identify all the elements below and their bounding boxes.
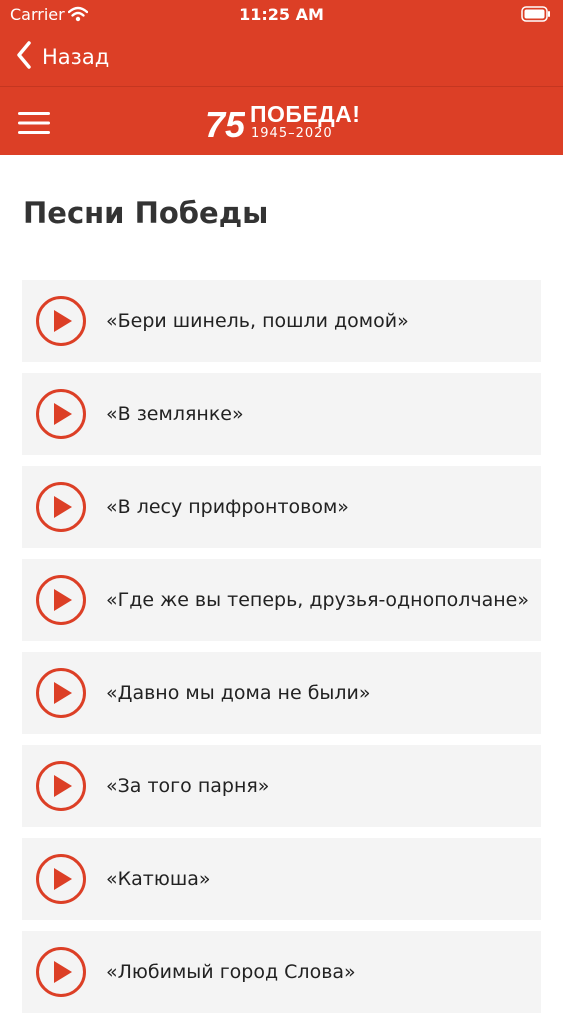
song-item[interactable]: «Где же вы теперь, друзья-однополчане»: [22, 559, 541, 641]
song-item[interactable]: «Любимый город Слова»: [22, 931, 541, 1013]
song-title: «В землянке»: [106, 403, 244, 425]
play-icon[interactable]: [36, 854, 86, 904]
play-icon[interactable]: [36, 575, 86, 625]
song-list: «Бери шинель, пошли домой» «В землянке» …: [22, 280, 541, 1024]
chevron-left-icon: [16, 41, 32, 73]
song-item[interactable]: «Давно мы дома не были»: [22, 652, 541, 734]
song-title: «Давно мы дома не были»: [106, 682, 371, 704]
logo-number: 75: [205, 104, 245, 143]
song-title: «Где же вы теперь, друзья-однополчане»: [106, 589, 530, 611]
battery-icon: [521, 6, 551, 26]
song-item[interactable]: «В лесу прифронтовом»: [22, 466, 541, 548]
hamburger-menu-icon[interactable]: [18, 111, 50, 135]
page-title: Песни Победы: [23, 196, 269, 230]
logo-title: ПОБЕДА!: [250, 101, 361, 127]
victory-75-logo: 75 ПОБЕДА! 1945–2020: [205, 101, 360, 145]
play-icon[interactable]: [36, 761, 86, 811]
song-title: «Бери шинель, пошли домой»: [106, 310, 409, 332]
back-button-label: Назад: [42, 45, 110, 69]
app-header: 75 ПОБЕДА! 1945–2020: [0, 87, 563, 155]
navigation-bar: Назад: [0, 30, 563, 87]
play-icon[interactable]: [36, 947, 86, 997]
song-item[interactable]: «Катюша»: [22, 838, 541, 920]
song-title: «В лесу прифронтовом»: [106, 496, 349, 518]
song-title: «За того парня»: [106, 775, 270, 797]
song-title: «Любимый город Слова»: [106, 961, 356, 983]
play-icon[interactable]: [36, 482, 86, 532]
song-title: «Катюша»: [106, 868, 211, 890]
play-icon[interactable]: [36, 668, 86, 718]
play-icon[interactable]: [36, 296, 86, 346]
play-icon[interactable]: [36, 389, 86, 439]
logo-years: 1945–2020: [251, 126, 333, 141]
status-bar: Carrier 11:25 AM: [0, 0, 563, 30]
song-item[interactable]: «Бери шинель, пошли домой»: [22, 280, 541, 362]
song-item[interactable]: «В землянке»: [22, 373, 541, 455]
status-time: 11:25 AM: [239, 5, 324, 24]
back-button[interactable]: Назад: [16, 41, 110, 73]
logo-75-emblem: 75: [205, 104, 246, 145]
song-item[interactable]: «За того парня»: [22, 745, 541, 827]
